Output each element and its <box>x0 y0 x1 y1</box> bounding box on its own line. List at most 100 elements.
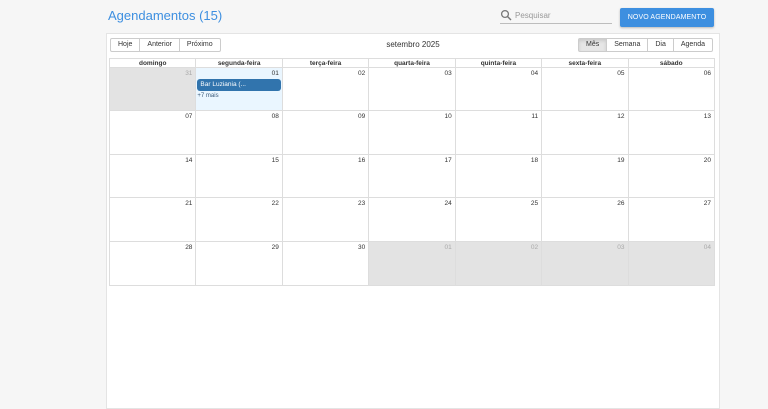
day-cell[interactable]: 07 <box>110 111 195 153</box>
day-number[interactable]: 10 <box>444 113 451 120</box>
month-grid: domingo segunda-feira terça-feira quarta-fe… <box>109 58 715 286</box>
day-cell[interactable]: 04 <box>627 241 714 285</box>
day-number[interactable]: 30 <box>358 244 365 251</box>
day-number[interactable]: 17 <box>444 157 451 164</box>
previous-button[interactable]: Anterior <box>139 38 180 52</box>
day-number[interactable]: 02 <box>358 70 365 77</box>
weekday-label: domingo <box>138 60 167 67</box>
day-number[interactable]: 06 <box>704 70 711 77</box>
day-number[interactable]: 09 <box>358 113 365 120</box>
day-cell[interactable]: 05 <box>541 68 627 111</box>
day-cell[interactable]: 12 <box>541 111 627 154</box>
day-cell[interactable]: 19 <box>541 154 627 198</box>
day-number[interactable]: 27 <box>704 200 711 207</box>
day-number[interactable]: 08 <box>272 113 279 120</box>
day-number[interactable]: 12 <box>617 113 624 120</box>
day-cell[interactable]: 23 <box>281 198 368 241</box>
day-number[interactable]: 13 <box>704 113 711 120</box>
day-cell[interactable]: 01 Bar Luziania (... +7 mais <box>195 68 282 111</box>
week-row: 21 22 23 24 25 26 27 <box>110 198 714 242</box>
week-row: 28 29 30 01 02 03 04 <box>110 241 714 285</box>
day-number[interactable]: 21 <box>185 200 192 207</box>
day-number[interactable]: 14 <box>185 157 192 164</box>
calendar-panel: Hoje Anterior Próximo setembro 2025 Mês … <box>106 33 720 409</box>
weekday-label: quinta-feira <box>454 59 541 67</box>
view-day-button[interactable]: Dia <box>647 38 674 52</box>
day-cell[interactable]: 20 <box>627 154 714 198</box>
day-cell[interactable]: 28 <box>110 242 195 285</box>
weekday-label: sábado <box>627 59 714 67</box>
day-cell[interactable]: 09 <box>281 111 368 154</box>
day-cell[interactable]: 16 <box>281 154 368 198</box>
new-appointment-button[interactable]: NOVO AGENDAMENTO <box>620 8 714 27</box>
search-icon <box>500 9 512 21</box>
day-cell[interactable]: 17 <box>368 154 454 198</box>
day-cell[interactable]: 25 <box>454 198 541 241</box>
day-number[interactable]: 26 <box>617 200 624 207</box>
week-row: 31 01 Bar Luziania (... +7 mais 02 03 04 05 06 <box>110 68 714 112</box>
day-cell[interactable]: 04 <box>454 68 541 111</box>
day-number[interactable]: 01 <box>444 244 451 251</box>
day-number[interactable]: 24 <box>444 200 451 207</box>
day-number[interactable]: 16 <box>358 157 365 164</box>
day-cell[interactable]: 02 <box>281 68 368 111</box>
event-chip[interactable]: Bar Luziania (... <box>197 79 281 91</box>
day-number[interactable]: 23 <box>358 200 365 207</box>
view-agenda-button[interactable]: Agenda <box>672 38 713 52</box>
day-cell[interactable]: 24 <box>368 198 454 241</box>
search-input[interactable] <box>515 9 611 22</box>
day-cell[interactable]: 31 <box>110 68 196 111</box>
day-cell[interactable]: 14 <box>110 155 195 197</box>
page-header: Agendamentos (15) NOVO AGENDAMENTO <box>0 0 768 34</box>
weekday-label: quarta-feira <box>368 59 454 67</box>
weekday-label: segunda-feira <box>195 59 281 67</box>
day-number[interactable]: 03 <box>444 70 451 77</box>
day-cell[interactable]: 15 <box>195 154 281 198</box>
day-cell[interactable]: 03 <box>541 241 628 285</box>
show-more-link[interactable]: +7 mais <box>197 93 218 99</box>
view-week-button[interactable]: Semana <box>606 38 649 52</box>
day-cell[interactable]: 21 <box>110 198 195 240</box>
day-cell[interactable]: 29 <box>195 241 281 285</box>
page-title: Agendamentos (15) <box>108 8 223 23</box>
calendar-toolbar: Hoje Anterior Próximo setembro 2025 Mês … <box>107 34 719 58</box>
day-number[interactable]: 07 <box>185 113 192 120</box>
day-number[interactable]: 02 <box>531 244 538 251</box>
day-number[interactable]: 03 <box>617 244 624 251</box>
day-number[interactable]: 15 <box>272 157 279 164</box>
day-cell[interactable]: 02 <box>454 241 542 285</box>
week-row: 07 08 09 10 11 12 13 <box>110 111 714 155</box>
day-cell[interactable]: 27 <box>627 198 714 241</box>
day-number[interactable]: 20 <box>704 157 711 164</box>
day-number[interactable]: 19 <box>617 157 624 164</box>
view-switcher: Mês Semana Dia Agenda <box>578 38 713 52</box>
day-number[interactable]: 25 <box>531 200 538 207</box>
day-cell[interactable]: 22 <box>195 198 281 241</box>
day-number[interactable]: 11 <box>531 113 538 120</box>
day-number[interactable]: 01 <box>272 70 279 77</box>
day-number[interactable]: 29 <box>272 244 279 251</box>
day-cell[interactable]: 13 <box>627 111 714 154</box>
weekday-label: terça-feira <box>281 59 368 67</box>
day-number[interactable]: 04 <box>531 70 538 77</box>
day-cell[interactable]: 26 <box>541 198 627 241</box>
day-cell[interactable]: 10 <box>368 111 454 154</box>
day-number[interactable]: 05 <box>617 70 624 77</box>
view-month-button[interactable]: Mês <box>578 38 608 52</box>
day-cell[interactable]: 03 <box>368 68 454 111</box>
day-number[interactable]: 22 <box>272 200 279 207</box>
next-button[interactable]: Próximo <box>178 38 221 52</box>
day-number[interactable]: 18 <box>531 157 538 164</box>
day-number[interactable]: 04 <box>704 244 711 251</box>
day-cell[interactable]: 01 <box>368 241 455 285</box>
day-cell[interactable]: 18 <box>454 154 541 198</box>
today-button[interactable]: Hoje <box>110 38 141 52</box>
day-cell[interactable]: 30 <box>281 241 368 285</box>
day-number[interactable]: 28 <box>185 244 192 251</box>
day-cell[interactable]: 08 <box>195 111 281 154</box>
navigation-group: Hoje Anterior Próximo <box>110 38 221 52</box>
day-cell[interactable]: 06 <box>627 68 714 111</box>
day-number[interactable]: 31 <box>185 70 192 77</box>
day-cell[interactable]: 11 <box>454 111 541 154</box>
search-box[interactable] <box>500 9 612 24</box>
